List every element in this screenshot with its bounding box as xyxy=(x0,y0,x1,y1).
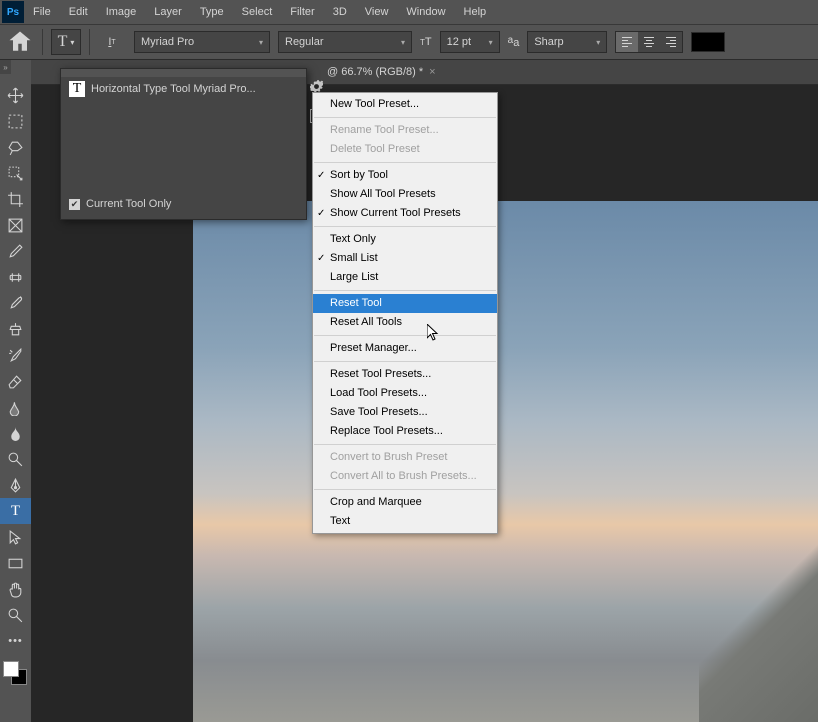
menu-save-tool-presets[interactable]: Save Tool Presets... xyxy=(313,403,497,422)
menu-replace-tool-presets[interactable]: Replace Tool Presets... xyxy=(313,422,497,441)
menu-filter[interactable]: Filter xyxy=(281,0,323,24)
preset-label: Horizontal Type Tool Myriad Pro... xyxy=(91,83,256,95)
divider xyxy=(42,29,43,55)
menu-delete-tool-preset: Delete Tool Preset xyxy=(313,140,497,159)
menu-show-current-presets[interactable]: Show Current Tool Presets xyxy=(313,204,497,223)
font-size-icon: TT xyxy=(420,36,432,48)
preset-context-menu: New Tool Preset... Rename Tool Preset...… xyxy=(312,92,498,534)
menu-convert-all-brush-presets: Convert All to Brush Presets... xyxy=(313,467,497,486)
preset-footer: ✔ Current Tool Only xyxy=(61,193,306,215)
type-preset-icon: T xyxy=(69,81,85,97)
menu-layer[interactable]: Layer xyxy=(145,0,191,24)
antialias-icon: aa xyxy=(508,35,520,49)
preset-list-body[interactable] xyxy=(61,101,306,193)
menu-image[interactable]: Image xyxy=(97,0,146,24)
image-content xyxy=(699,543,818,722)
hand-tool[interactable] xyxy=(0,576,31,602)
preset-list-item[interactable]: T Horizontal Type Tool Myriad Pro... xyxy=(61,77,306,101)
divider xyxy=(89,29,90,55)
marquee-tool[interactable] xyxy=(0,108,31,134)
separator xyxy=(314,361,496,362)
menu-reset-all-tools[interactable]: Reset All Tools xyxy=(313,313,497,332)
lasso-tool[interactable] xyxy=(0,134,31,160)
expand-strip-icon[interactable]: » xyxy=(0,60,11,74)
font-size-select[interactable]: 12 pt▾ xyxy=(440,31,500,53)
home-icon[interactable] xyxy=(6,28,34,56)
separator xyxy=(314,335,496,336)
blur-tool[interactable] xyxy=(0,420,31,446)
align-center-button[interactable] xyxy=(638,32,660,52)
document-tab[interactable]: @ 66.7% (RGB/8) * × xyxy=(319,66,444,78)
separator xyxy=(314,117,496,118)
dodge-tool[interactable] xyxy=(0,446,31,472)
menu-window[interactable]: Window xyxy=(397,0,454,24)
options-bar: T IT Myriad Pro▾ Regular▾ TT 12 pt▾ aa S… xyxy=(0,24,818,60)
font-family-select[interactable]: Myriad Pro▾ xyxy=(134,31,270,53)
separator xyxy=(314,444,496,445)
document-title: @ 66.7% (RGB/8) * xyxy=(327,66,423,78)
font-style-select[interactable]: Regular▾ xyxy=(278,31,412,53)
menu-3d[interactable]: 3D xyxy=(324,0,356,24)
menu-new-tool-preset[interactable]: New Tool Preset... xyxy=(313,95,497,114)
separator xyxy=(314,162,496,163)
menu-preset-manager[interactable]: Preset Manager... xyxy=(313,339,497,358)
toolbox: T ••• xyxy=(0,80,31,690)
align-left-button[interactable] xyxy=(616,32,638,52)
current-tool-only-checkbox[interactable]: ✔ xyxy=(69,199,80,210)
history-brush-tool[interactable] xyxy=(0,342,31,368)
align-right-button[interactable] xyxy=(660,32,682,52)
eyedropper-tool[interactable] xyxy=(0,238,31,264)
menu-view[interactable]: View xyxy=(356,0,398,24)
antialias-select[interactable]: Sharp▾ xyxy=(527,31,607,53)
menu-file[interactable]: File xyxy=(24,0,60,24)
gradient-tool[interactable] xyxy=(0,394,31,420)
pen-tool[interactable] xyxy=(0,472,31,498)
text-orientation-toggle[interactable]: IT xyxy=(98,28,126,56)
separator xyxy=(314,489,496,490)
text-align-group xyxy=(615,31,683,53)
color-swatches[interactable] xyxy=(0,658,31,690)
menu-help[interactable]: Help xyxy=(455,0,496,24)
crop-tool[interactable] xyxy=(0,186,31,212)
tool-preset-panel: T Horizontal Type Tool Myriad Pro... ✔ C… xyxy=(60,68,307,220)
menu-rename-tool-preset: Rename Tool Preset... xyxy=(313,121,497,140)
panel-grip[interactable] xyxy=(61,69,306,77)
menu-edit[interactable]: Edit xyxy=(60,0,97,24)
menu-large-list[interactable]: Large List xyxy=(313,268,497,287)
path-select-tool[interactable] xyxy=(0,524,31,550)
separator xyxy=(314,290,496,291)
menu-reset-tool-presets[interactable]: Reset Tool Presets... xyxy=(313,365,497,384)
eraser-tool[interactable] xyxy=(0,368,31,394)
menu-show-all-presets[interactable]: Show All Tool Presets xyxy=(313,185,497,204)
menu-crop-and-marquee[interactable]: Crop and Marquee xyxy=(313,493,497,512)
text-color-swatch[interactable] xyxy=(691,32,725,52)
menu-load-tool-presets[interactable]: Load Tool Presets... xyxy=(313,384,497,403)
current-tool-only-label: Current Tool Only xyxy=(86,198,171,210)
menu-sort-by-tool[interactable]: Sort by Tool xyxy=(313,166,497,185)
rectangle-tool[interactable] xyxy=(0,550,31,576)
edit-toolbar-button[interactable]: ••• xyxy=(0,628,31,654)
menu-bar: Ps File Edit Image Layer Type Select Fil… xyxy=(0,0,818,24)
quick-select-tool[interactable] xyxy=(0,160,31,186)
brush-tool[interactable] xyxy=(0,290,31,316)
tool-preset-picker[interactable]: T xyxy=(51,29,81,55)
menu-convert-brush-preset: Convert to Brush Preset xyxy=(313,448,497,467)
menu-text-only[interactable]: Text Only xyxy=(313,230,497,249)
frame-tool[interactable] xyxy=(0,212,31,238)
menu-type[interactable]: Type xyxy=(191,0,233,24)
healing-brush-tool[interactable] xyxy=(0,264,31,290)
separator xyxy=(314,226,496,227)
menu-text-presets[interactable]: Text xyxy=(313,512,497,531)
move-tool[interactable] xyxy=(0,82,31,108)
close-tab-icon[interactable]: × xyxy=(429,66,435,78)
clone-stamp-tool[interactable] xyxy=(0,316,31,342)
menu-small-list[interactable]: Small List xyxy=(313,249,497,268)
zoom-tool[interactable] xyxy=(0,602,31,628)
document-canvas[interactable] xyxy=(193,201,818,722)
type-tool[interactable]: T xyxy=(0,498,31,524)
foreground-color[interactable] xyxy=(3,661,19,677)
app-logo[interactable]: Ps xyxy=(2,1,24,23)
menu-select[interactable]: Select xyxy=(233,0,282,24)
menu-reset-tool[interactable]: Reset Tool xyxy=(313,294,497,313)
